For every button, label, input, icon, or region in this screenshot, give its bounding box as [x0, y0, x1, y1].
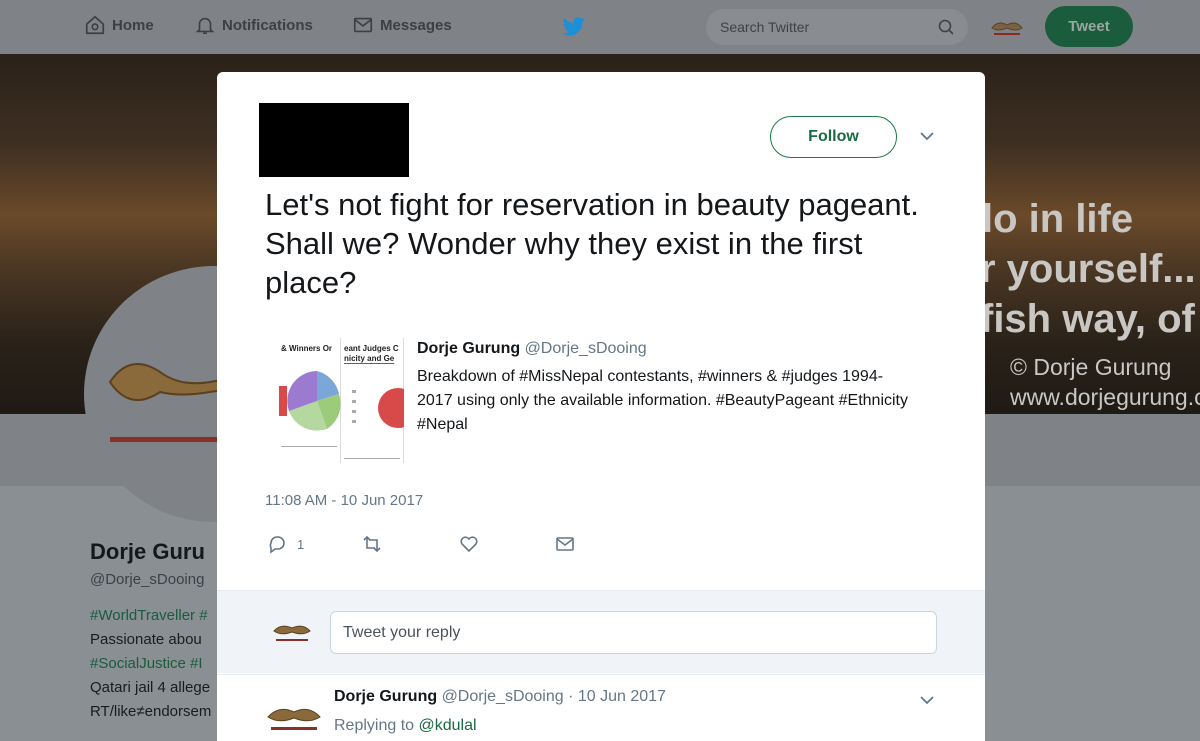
reply-composer [217, 590, 985, 673]
reply-action[interactable]: 1 [267, 534, 304, 554]
quoted-tweet-text: Breakdown of #MissNepal contestants, #wi… [417, 368, 908, 433]
search-icon[interactable] [938, 19, 954, 35]
top-nav: Home Notifications Messages Tweet [0, 0, 1200, 54]
thumbnail-title: eant Judges C [344, 344, 399, 353]
thumbnail-page: eant Judges C nicity and Ge [342, 338, 404, 463]
reply-author-handle[interactable]: @Dorje_sDooing [442, 688, 564, 705]
user-avatar [273, 625, 311, 641]
profile-name: Dorje Guru [90, 540, 205, 564]
retweet-icon [363, 535, 381, 553]
bio-line: Passionate abou [90, 631, 202, 648]
search-input[interactable] [720, 19, 920, 35]
nav-home[interactable]: Home [84, 14, 154, 36]
tweet-button[interactable]: Tweet [1045, 6, 1133, 47]
pie-chart-thumbnail [279, 371, 341, 431]
chevron-down-icon[interactable] [919, 130, 935, 142]
nav-notifications-label: Notifications [222, 16, 313, 34]
profile-handle[interactable]: @Dorje_sDooing [90, 568, 220, 592]
replying-to: Replying to @kdulal [334, 717, 477, 735]
banner-credit-line: © Dorje Gurung [1010, 354, 1172, 380]
reply-tweet-header: Dorje Gurung @Dorje_sDooing · 10 Jun 201… [334, 688, 666, 706]
direct-message-action[interactable] [555, 534, 585, 554]
tweet-modal: Follow Let's not fight for reservation i… [217, 72, 985, 741]
banner-line: lo in life [982, 197, 1134, 241]
banner-line: r yourself... [980, 247, 1196, 291]
thumbnail-rule [344, 458, 400, 459]
thumbnail-subtitle: nicity and Ge [344, 354, 395, 364]
banner-credit: © Dorje Gurung www.dorjegurung.c [1010, 352, 1200, 412]
nav-messages[interactable]: Messages [352, 14, 452, 36]
bio-line: Qatari jail 4 allege [90, 679, 211, 696]
bio-hashtag[interactable]: #SocialJustice #I [90, 655, 203, 672]
tweet-text: Let's not fight for reservation in beaut… [265, 187, 919, 300]
reply-author-name[interactable]: Dorje Gurung [334, 688, 437, 705]
user-avatar[interactable] [988, 14, 1026, 40]
tweet-timestamp[interactable]: 11:08 AM - 10 Jun 2017 [265, 492, 423, 509]
redacted-author [259, 103, 409, 177]
nav-home-label: Home [112, 16, 154, 34]
profile-bio: #WorldTraveller # Passionate abou #Socia… [90, 604, 220, 724]
chevron-down-icon[interactable] [919, 694, 935, 706]
banner-caption: lo in life r yourself... fish way, of co [980, 194, 1200, 344]
quoted-author-handle: @Dorje_sDooing [524, 340, 647, 357]
replying-to-link[interactable]: @kdulal [419, 717, 477, 734]
thumbnail-page: & Winners Or [279, 338, 341, 463]
quoted-tweet[interactable]: & Winners Or eant Judges C nicity and Ge [279, 338, 919, 463]
home-icon [85, 15, 105, 35]
quoted-author[interactable]: Dorje Gurung @Dorje_sDooing [417, 340, 647, 358]
bell-icon [195, 17, 215, 35]
reply-tweet[interactable]: Dorje Gurung @Dorje_sDooing · 10 Jun 201… [217, 674, 985, 741]
nav-notifications[interactable]: Notifications [194, 14, 313, 36]
follow-button[interactable]: Follow [770, 116, 897, 158]
reply-count: 1 [297, 536, 305, 552]
reply-date[interactable]: · 10 Jun 2017 [568, 688, 666, 705]
like-action[interactable] [459, 534, 489, 554]
search-box[interactable] [706, 9, 968, 45]
envelope-icon [556, 537, 574, 551]
quoted-author-name: Dorje Gurung [417, 340, 521, 357]
retweet-action[interactable] [362, 534, 392, 554]
banner-credit-line: www.dorjegurung.c [1010, 384, 1200, 410]
profile-sidebar: Dorje Guru @Dorje_sDooing #WorldTravelle… [90, 540, 220, 724]
bio-line: RT/like≠endorsem [90, 703, 212, 720]
thumbnail-rule [281, 446, 337, 447]
pie-chart-thumbnail [352, 388, 404, 428]
heart-icon [460, 536, 478, 553]
reply-input[interactable] [330, 611, 937, 654]
bio-hashtag[interactable]: #WorldTraveller # [90, 607, 208, 624]
user-avatar[interactable] [265, 697, 323, 739]
thumbnail-title: & Winners Or [281, 344, 333, 353]
envelope-icon [353, 17, 373, 33]
nav-messages-label: Messages [380, 16, 452, 34]
bio-line: #WorldTraveller # [90, 604, 220, 628]
replying-to-prefix: Replying to [334, 717, 415, 734]
quoted-tweet-thumbnail[interactable]: & Winners Or eant Judges C nicity and Ge [279, 338, 404, 463]
bio-line: #SocialJustice #I [90, 652, 220, 676]
reply-icon [269, 536, 285, 554]
twitter-bird-icon[interactable] [562, 16, 586, 38]
banner-line: fish way, of co [980, 297, 1200, 341]
